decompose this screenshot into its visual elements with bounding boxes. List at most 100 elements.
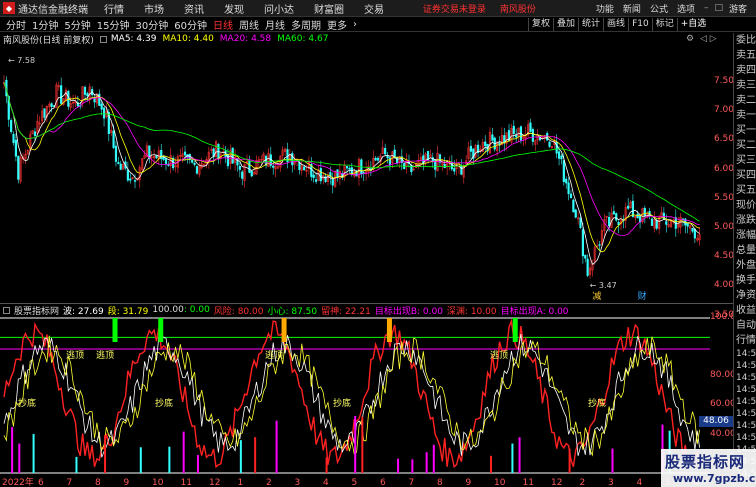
signal-bar [18,443,21,473]
indicator-chart[interactable]: 逃顶 逃顶 逃顶 逃顶抄底 抄底 抄底 抄底 [0,316,710,475]
candle [686,222,689,227]
period-more[interactable]: 更多 [327,17,347,32]
candle [195,166,199,174]
sidebar-item[interactable]: 自动 [734,318,756,333]
sidebar-item[interactable]: 涨跌 [734,213,756,228]
sidebar-item[interactable]: 14:5 [734,372,756,384]
sidebar-item[interactable]: 买四 [734,168,756,183]
candle [112,130,115,148]
sidebar-item[interactable]: 买二 [734,138,756,153]
btn-tongji[interactable]: 统计 [578,18,603,31]
menu-wenxiaoda[interactable]: 问小达 [264,1,294,16]
sidebar-item[interactable]: 买三 [734,153,756,168]
menu-gongneng[interactable]: 功能 [596,2,614,15]
settings-icon[interactable]: ⚙ [686,34,694,44]
sidebar-item[interactable]: 卖二 [734,93,756,108]
oscillator-line [3,318,701,469]
sidebar-item[interactable]: 买五 [734,183,756,198]
price-tick: 6.00 [713,163,734,174]
period-15min[interactable]: 15分钟 [97,17,130,32]
sidebar-item[interactable]: 总量 [734,243,756,258]
login-notice[interactable]: 证券交易未登录 [423,2,486,15]
candle [612,211,615,215]
sidebar-item[interactable]: 委比 [734,33,756,48]
menu-xinwen[interactable]: 新闻 [623,2,641,15]
candle [191,159,194,163]
right-toolbar: 复权 叠加 统计 画线 F10 标记 +自选 [528,17,709,32]
chevron-right-icon[interactable]: › [353,19,357,30]
nav-arrows-icon[interactable]: ◁ ▷ [700,34,717,44]
low-marker: ← 3.47 [590,281,617,290]
menu-shichang[interactable]: 市场 [144,1,164,16]
btn-biaoji[interactable]: 标记 [651,18,677,31]
menu-gongshi[interactable]: 公式 [650,2,668,15]
signal-bar [196,455,199,473]
sidebar-item[interactable]: 14:5 [734,432,756,444]
sidebar-item[interactable]: 现价 [734,198,756,213]
candle [250,170,253,177]
toggle-square-icon[interactable] [99,35,107,43]
candlestick-chart[interactable]: ← 7.58 ← 3.47减 财 [0,45,710,303]
period-multi[interactable]: 多周期 [291,17,321,32]
btn-diejia[interactable]: 叠加 [553,18,578,31]
sidebar-item[interactable]: 14:5 [734,360,756,372]
sidebar-item[interactable]: 14:5 [734,348,756,360]
candle [100,103,103,110]
signal-bar [239,440,242,473]
period-daily[interactable]: 日线 [213,17,233,32]
sidebar-item[interactable]: 14:5 [734,384,756,396]
indicator-name: 股票指标网 [14,306,60,317]
btn-f10[interactable]: F10 [628,18,652,31]
menu-xuanxiang[interactable]: 选项 [677,2,695,15]
period-5min[interactable]: 5分钟 [64,17,90,32]
signal-bar [432,444,435,473]
candle [345,166,349,169]
sidebar-item[interactable]: 收益 [734,303,756,318]
candle [515,134,518,138]
candle [557,151,561,159]
sidebar-item[interactable]: 换手 [734,273,756,288]
period-1min[interactable]: 1分钟 [32,17,58,32]
signal-bar [518,437,521,473]
toggle-square-icon[interactable] [3,306,10,314]
menu-hangqing[interactable]: 行情 [104,1,124,16]
candle [555,141,558,154]
sidebar-item[interactable]: 14:5 [734,408,756,420]
btn-fuquan[interactable]: 复权 [528,18,553,31]
period-60min[interactable]: 60分钟 [174,17,207,32]
top-signal [158,318,164,342]
indicator-tick: 40.00 [710,429,736,439]
sidebar-item[interactable]: 14:5 [734,420,756,432]
maximize-icon[interactable]: □ [714,3,723,13]
signal-bar [354,415,357,473]
guest-label[interactable]: 游客 [729,2,747,15]
sidebar-item[interactable]: 外盘 [734,258,756,273]
period-fenshi[interactable]: 分时 [6,17,26,32]
sidebar-item[interactable]: 行情 [734,333,756,348]
sidebar-item[interactable]: 净资 [734,288,756,303]
month-tick: 10 [494,478,506,487]
candle [655,220,658,229]
period-weekly[interactable]: 周线 [239,17,259,32]
app-logo-icon: ◆ [3,2,15,14]
sidebar-item[interactable]: 卖五 [734,48,756,63]
period-monthly[interactable]: 月线 [265,17,285,32]
menu-caifuquan[interactable]: 财富圈 [314,1,344,16]
sidebar-item[interactable]: 卖三 [734,78,756,93]
menu-jiaoyi[interactable]: 交易 [364,1,384,16]
price-tick: 4.50 [713,251,734,262]
menu-faxian[interactable]: 发现 [224,1,244,16]
sidebar-item[interactable]: 卖四 [734,63,756,78]
sidebar-item[interactable]: 涨幅 [734,228,756,243]
menu-zixun[interactable]: 资讯 [184,1,204,16]
minimize-icon[interactable]: – [704,3,709,13]
candle [572,199,575,213]
btn-add-watchlist[interactable]: +自选 [676,18,710,31]
month-tick: 11 [181,478,192,487]
candle [584,254,587,259]
sidebar-item[interactable]: 卖一 [734,108,756,123]
period-30min[interactable]: 30分钟 [135,17,168,32]
sidebar-item[interactable]: 买一 [734,123,756,138]
btn-huaxian[interactable]: 画线 [603,18,628,31]
sidebar-item[interactable]: 14:5 [734,396,756,408]
